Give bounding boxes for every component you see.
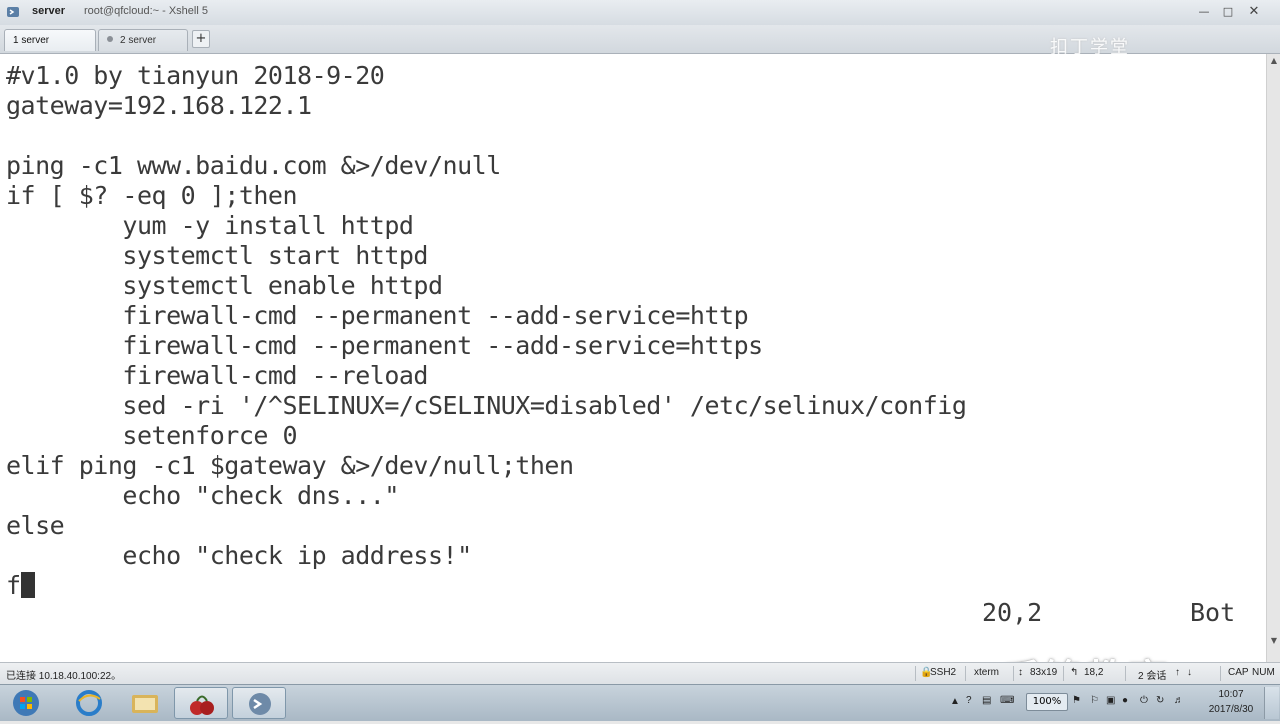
terminal-type: xterm [974,667,999,678]
divider [965,666,966,681]
terminal-line: firewall-cmd --reload [6,361,428,390]
cursor-position: 18,2 [1084,667,1104,678]
window-subtitle: root@qfcloud:~ - Xshell 5 [84,5,208,17]
volume-icon[interactable]: ♬ [1174,695,1184,706]
show-desktop-button[interactable] [1264,687,1279,719]
minimize-button[interactable]: — [1194,3,1214,20]
tray-arrow-icon[interactable]: ▲ [950,696,960,707]
close-button[interactable]: ✕ [1244,3,1264,20]
download-icon[interactable]: ↓ [1187,667,1192,678]
terminal-line: else [6,511,65,540]
tab-session-1[interactable]: 1 server [4,29,96,51]
terminal-line: if [ $? -eq 0 ];then [6,181,298,210]
terminal-line: f [6,571,21,600]
session-status-icon [107,36,113,42]
keyboard-icon[interactable]: ⌨ [1000,695,1014,706]
num-lock-indicator: NUM [1252,667,1275,678]
tab-label: 2 server [120,35,157,46]
network-icon[interactable]: ▤ [982,695,991,706]
terminal-line: sed -ri '/^SELINUX=/cSELINUX=disabled' /… [6,391,967,420]
terminal-line: echo "check dns..." [6,481,399,510]
scroll-up-arrow-icon[interactable]: ▲ [1269,56,1279,66]
xshell-app-icon[interactable] [6,5,20,19]
terminal-line: #v1.0 by tianyun 2018-9-20 [6,61,385,90]
taskbar-file-explorer[interactable] [118,687,172,719]
cursor-icon: ↰ [1070,667,1079,678]
title-bar: server root@qfcloud:~ - Xshell 5 — □ ✕ [0,0,1280,26]
divider [1013,666,1014,681]
terminal-line: yum -y install httpd [6,211,414,240]
clock-date[interactable]: 2017/8/30 [1206,704,1256,715]
protocol-label: SSH2 [930,667,957,678]
terminal-line: gateway=192.168.122.1 [6,91,312,120]
zoom-level[interactable]: 100% [1026,693,1068,711]
tab-label: 1 server [13,35,50,46]
session-count: 2 会话 [1138,671,1167,682]
app-tray-icon[interactable]: ● [1122,695,1128,706]
vertical-scrollbar[interactable]: ▲ ▼ [1266,54,1280,662]
internet-explorer-icon [76,690,102,716]
cherry-app-icon [190,695,214,715]
tab-session-2[interactable]: 2 server [98,29,188,51]
terminal-line: systemctl enable httpd [6,271,443,300]
brand-watermark: 千锋教育 [1002,650,1170,662]
maximize-button[interactable]: □ [1218,3,1238,20]
power-icon[interactable]: ⏻ [1140,695,1148,706]
divider [1063,666,1064,681]
terminal-line: firewall-cmd --permanent --add-service=h… [6,301,749,330]
terminal-line: ping -c1 www.baidu.com &>/dev/null [6,151,501,180]
terminal-line: echo "check ip address!" [6,541,472,570]
taskbar-xshell[interactable] [232,687,286,719]
windows-taskbar: ▲ ? ▤ ⌨ 100% ⚑ ⚐ ▣ ● ⏻ ↻ ♬ 10:07 2017/8/… [0,684,1280,721]
scroll-down-arrow-icon[interactable]: ▼ [1269,636,1279,646]
vim-ruler: 20,2 [982,598,1043,627]
clock-time[interactable]: 10:07 [1206,689,1256,700]
vim-position: Bot [1190,598,1236,627]
terminal-line: elif ping -c1 $gateway &>/dev/null;then [6,451,574,480]
windows-start-icon [13,690,39,716]
help-icon[interactable]: ? [966,695,972,706]
folder-icon [132,695,158,713]
text-cursor [21,572,35,598]
caps-lock-indicator: CAP [1228,667,1249,678]
sync-icon[interactable]: ↻ [1156,695,1164,706]
taskbar-app-active[interactable] [174,687,228,719]
new-tab-button[interactable]: + [192,30,210,48]
divider [1220,666,1221,681]
upload-icon[interactable]: ↑ [1175,667,1180,678]
security-icon[interactable]: ⚑ [1072,695,1081,706]
status-bar: 已连接 10.18.40.100:22。 🔒 SSH2 xterm ↕ 83x1… [0,662,1280,685]
terminal-line: firewall-cmd --permanent --add-service=h… [6,331,763,360]
xshell-taskbar-icon [249,693,271,715]
divider [915,666,916,681]
flag-icon[interactable]: ⚐ [1090,695,1099,706]
terminal-line: systemctl start httpd [6,241,428,270]
terminal-area[interactable]: #v1.0 by tianyun 2018-9-20 gateway=192.1… [0,54,1266,662]
connection-status: 已连接 10.18.40.100:22。 [6,671,122,682]
start-button[interactable] [0,687,58,719]
terminal-size: 83x19 [1030,667,1058,678]
resize-icon: ↕ [1018,667,1023,678]
taskbar-ie[interactable] [62,687,116,719]
divider [1125,666,1126,681]
window-title: server [32,5,66,17]
monitor-icon[interactable]: ▣ [1106,695,1115,706]
terminal-line: setenforce 0 [6,421,298,450]
